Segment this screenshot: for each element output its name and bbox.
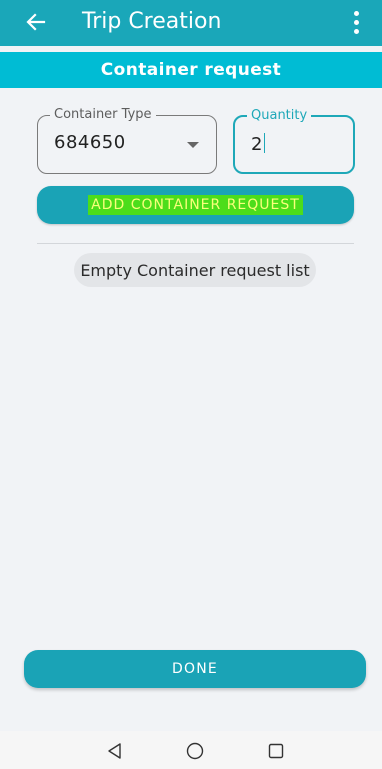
page-title: Trip Creation	[82, 9, 222, 34]
add-container-request-button[interactable]: ADD CONTAINER REQUEST	[37, 186, 354, 224]
square-recents-icon	[268, 743, 284, 759]
trip-creation-screen: Trip Creation Container request Containe…	[0, 0, 382, 769]
section-header: Container request	[0, 52, 382, 88]
nav-home-button[interactable]	[183, 739, 207, 763]
dropdown-arrow-icon	[187, 142, 199, 148]
container-type-dropdown[interactable]: Container Type 684650	[37, 107, 217, 174]
text-cursor	[263, 133, 266, 153]
more-vertical-icon	[353, 10, 359, 16]
quantity-value: 2	[251, 134, 263, 155]
quantity-value-wrapper: 2	[251, 133, 266, 155]
triangle-back-icon	[108, 743, 121, 759]
top-app-bar: Trip Creation	[0, 0, 382, 46]
divider	[37, 243, 354, 244]
done-button[interactable]: DONE	[24, 650, 366, 688]
overflow-menu-button[interactable]	[348, 8, 364, 36]
arrow-left-icon	[26, 13, 46, 31]
circle-home-icon	[186, 742, 204, 760]
back-button[interactable]	[20, 6, 52, 38]
system-navigation-bar	[0, 731, 382, 769]
empty-list-message: Empty Container request list	[74, 253, 316, 287]
quantity-label: Quantity	[247, 108, 312, 124]
nav-back-button[interactable]	[103, 739, 127, 763]
nav-recents-button[interactable]	[264, 739, 288, 763]
container-type-label: Container Type	[50, 107, 156, 123]
add-container-request-label: ADD CONTAINER REQUEST	[88, 195, 303, 215]
container-type-value: 684650	[54, 132, 126, 153]
quantity-input[interactable]: Quantity 2	[233, 108, 355, 174]
